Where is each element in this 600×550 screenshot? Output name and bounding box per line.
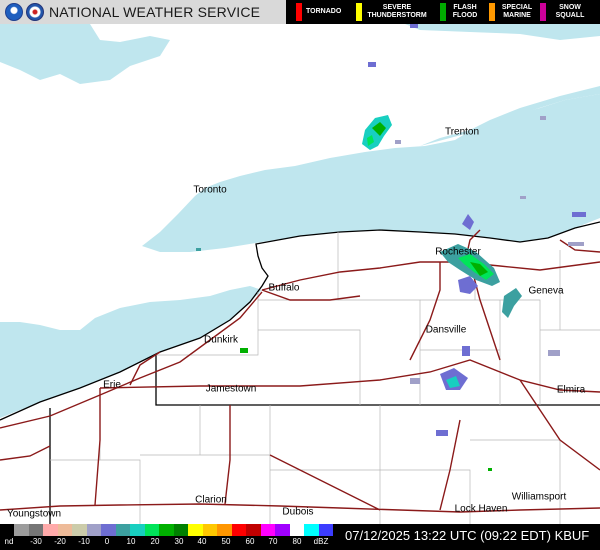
dbz-color-swatch [28, 524, 44, 536]
dbz-color-swatch [318, 524, 334, 536]
dbz-color-swatch [144, 524, 160, 536]
dbz-tick: 70 [268, 537, 278, 546]
dbz-color-swatch [246, 524, 261, 536]
place-label: Erie [103, 379, 121, 391]
dbz-tick: -10 [78, 537, 90, 546]
place-label: Youngstown [6, 508, 62, 520]
dbz-color-swatch [188, 524, 203, 536]
warning-legend: TORNADO SEVERE THUNDERSTORM FLASH FLOOD … [286, 0, 600, 24]
dbz-color-bar [0, 524, 334, 536]
warning-snow-squall: SNOW SQUALL [540, 0, 590, 24]
dbz-tick: -30 [30, 537, 42, 546]
dbz-tick: 80 [292, 537, 302, 546]
warning-label: FLASH FLOOD [452, 4, 478, 19]
place-label: Buffalo [268, 282, 300, 294]
place-label: Elmira [556, 384, 586, 396]
special-marine-swatch [489, 3, 495, 21]
dbz-color-swatch [289, 524, 305, 536]
dbz-color-swatch [159, 524, 174, 536]
place-label: Dunkirk [204, 334, 238, 346]
dbz-color-swatch [130, 524, 145, 536]
noaa-logo-icon [5, 3, 23, 21]
dbz-color-swatch [86, 524, 102, 536]
georgian-bay [0, 24, 170, 84]
place-label: Geneva [528, 285, 564, 297]
dbz-tick-labels: nd -30 -20 -10 0 10 20 30 40 50 60 70 80… [0, 537, 333, 549]
dbz-color-swatch [202, 524, 218, 536]
dbz-color-swatch [0, 524, 15, 536]
dbz-color-swatch [101, 524, 116, 536]
dbz-tick: 0 [104, 537, 110, 546]
dbz-tick: dBZ [313, 537, 329, 546]
timestamp-station: 07/12/2025 13:22 UTC (09:22 EDT) KBUF [345, 528, 589, 543]
warning-label: SPECIAL MARINE [501, 4, 533, 19]
severe-thunderstorm-swatch [356, 3, 362, 21]
place-label: Jamestown [205, 383, 257, 395]
dbz-color-swatch [304, 524, 319, 536]
place-label: Dansville [425, 324, 467, 336]
warning-flash-flood: FLASH FLOOD [440, 0, 480, 24]
header: NATIONAL WEATHER SERVICE TORNADO SEVERE … [0, 0, 600, 24]
dbz-color-swatch [231, 524, 247, 536]
warning-label: TORNADO [306, 8, 342, 15]
dbz-color-swatch [173, 524, 189, 536]
place-label: Toronto [193, 184, 227, 196]
radar-map[interactable] [0, 0, 600, 550]
dbz-tick: -20 [54, 537, 66, 546]
tornado-swatch [296, 3, 302, 21]
radar-echoes [196, 24, 586, 471]
dbz-tick: 10 [126, 537, 136, 546]
county-lines [50, 232, 600, 524]
lake-erie [0, 286, 262, 418]
dbz-tick: nd [4, 537, 14, 546]
dbz-tick: 20 [150, 537, 160, 546]
station-id: KBUF [554, 528, 590, 543]
nws-logo-icon [26, 3, 44, 21]
warning-special-marine: SPECIAL MARINE [489, 0, 535, 24]
warning-label: SEVERE THUNDERSTORM [367, 4, 427, 19]
dbz-color-swatch [57, 524, 73, 536]
place-label: Lock Haven [454, 503, 508, 515]
timestamp: 07/12/2025 13:22 UTC (09:22 EDT) [345, 528, 551, 543]
dbz-tick: 50 [221, 537, 231, 546]
dbz-tick: 60 [245, 537, 255, 546]
place-label: Rochester [435, 246, 481, 258]
flash-flood-swatch [440, 3, 446, 21]
lake-ontario [142, 94, 600, 252]
dbz-tick: 30 [174, 537, 184, 546]
dbz-color-swatch [43, 524, 58, 536]
nws-logo-bar[interactable]: NATIONAL WEATHER SERVICE [0, 0, 286, 24]
dbz-tick: 40 [197, 537, 207, 546]
warning-label: SNOW SQUALL [555, 4, 585, 19]
north-lakes [405, 24, 600, 40]
place-label: Trenton [444, 126, 480, 138]
dbz-color-swatch [115, 524, 131, 536]
dbz-color-swatch [72, 524, 87, 536]
dbz-color-swatch [260, 524, 276, 536]
warning-tornado: TORNADO [296, 0, 341, 24]
place-label: Dubois [282, 506, 314, 518]
dbz-color-swatch [14, 524, 29, 536]
place-label: Williamsport [511, 491, 567, 503]
international-border [0, 221, 600, 421]
dbz-color-swatch [217, 524, 232, 536]
dbz-color-swatch [275, 524, 290, 536]
snow-squall-swatch [540, 3, 546, 21]
place-label: Clarion [195, 494, 227, 506]
warning-severe-thunderstorm: SEVERE THUNDERSTORM [356, 0, 428, 24]
header-title: NATIONAL WEATHER SERVICE [49, 4, 261, 20]
